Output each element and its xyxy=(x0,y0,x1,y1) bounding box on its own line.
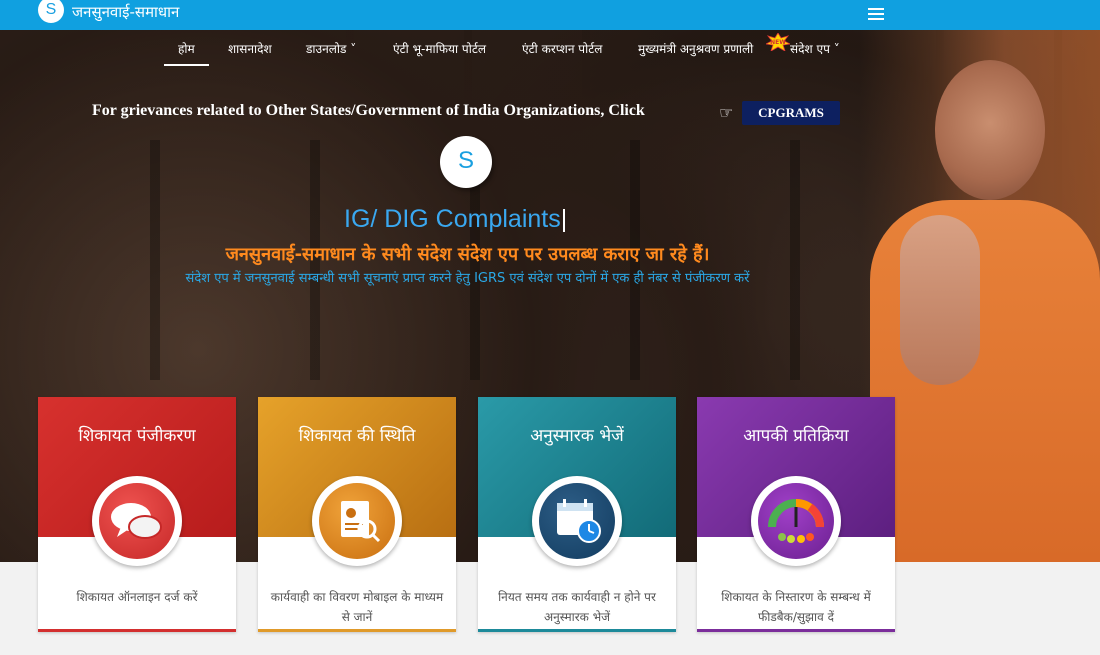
hero-portrait-image xyxy=(860,30,1100,562)
nav-download[interactable]: डाउनलोड ˅ xyxy=(306,40,356,57)
card-accent-bar xyxy=(697,629,895,632)
top-bar: S जनसुनवाई-समाधान xyxy=(0,0,1100,30)
hamburger-menu-icon[interactable] xyxy=(868,5,884,23)
card-send-reminder[interactable]: अनुस्मारक भेजें नियत समय तक कार्यवाही न … xyxy=(478,397,676,632)
card-description: कार्यवाही का विवरण मोबाइल के माध्यम से ज… xyxy=(270,590,444,624)
card-icon-ring xyxy=(92,476,182,566)
center-logo: S xyxy=(440,136,492,188)
search-document-icon xyxy=(319,483,395,559)
card-accent-bar xyxy=(38,629,236,632)
nav-anti-corruption-portal[interactable]: एंटी करप्शन पोर्टल xyxy=(522,40,602,57)
center-logo-letter: S xyxy=(457,147,474,174)
card-accent-bar xyxy=(258,629,456,632)
grievance-notice: For grievances related to Other States/G… xyxy=(92,102,645,119)
card-icon-ring xyxy=(751,476,841,566)
card-icon-ring xyxy=(312,476,402,566)
new-badge-text: NEW xyxy=(770,39,786,46)
card-title: शिकायत की स्थिति xyxy=(298,426,416,446)
nav-sandes-app[interactable]: संदेश एप ˅ xyxy=(790,40,840,57)
site-logo[interactable]: S xyxy=(38,0,64,23)
card-title: आपकी प्रतिक्रिया xyxy=(743,426,849,446)
card-title: शिकायत पंजीकरण xyxy=(78,426,196,446)
pointing-hand-icon: ☞ xyxy=(719,103,734,122)
typed-headline-text: IG/ DIG Complaints xyxy=(344,205,561,233)
card-complaint-status[interactable]: शिकायत की स्थिति कार्यवाही का विवरण मोबा… xyxy=(258,397,456,632)
cpgrams-button[interactable]: CPGRAMS xyxy=(742,101,840,125)
card-description: नियत समय तक कार्यवाही न होने पर अनुस्मार… xyxy=(498,590,656,624)
announcement-text: जनसुनवाई-समाधान के सभी संदेश संदेश एप पर… xyxy=(225,244,710,265)
chat-bubbles-icon xyxy=(99,483,175,559)
main-nav: होम शासनादेश डाउनलोड ˅ एंटी भू-माफिया पो… xyxy=(0,30,1100,68)
card-description: शिकायत के निस्तारण के सम्बन्ध में फीडबैक… xyxy=(721,590,871,624)
card-accent-bar xyxy=(478,629,676,632)
nav-home[interactable]: होम xyxy=(164,40,209,66)
card-complaint-registration[interactable]: शिकायत पंजीकरण शिकायत ऑनलाइन दर्ज करें xyxy=(38,397,236,632)
card-description: शिकायत ऑनलाइन दर्ज करें xyxy=(76,590,198,604)
typed-headline: IG/ DIG Complaints| xyxy=(344,205,567,234)
card-title: अनुस्मारक भेजें xyxy=(530,426,624,446)
card-icon-ring xyxy=(532,476,622,566)
nav-anti-land-mafia-portal[interactable]: एंटी भू-माफिया पोर्टल xyxy=(393,40,486,57)
card-feedback[interactable]: आपकी प्रतिक्रिया शिकायत के निस्तारण के स… xyxy=(697,397,895,632)
site-brand-name[interactable]: जनसुनवाई-समाधान xyxy=(72,2,179,22)
nav-government-orders[interactable]: शासनादेश xyxy=(228,40,272,57)
new-badge-icon: NEW xyxy=(766,33,790,51)
calendar-clock-icon xyxy=(539,483,615,559)
feedback-meter-icon xyxy=(758,483,834,559)
typing-cursor: | xyxy=(560,205,568,233)
nav-cm-monitoring-system[interactable]: मुख्यमंत्री अनुश्रवण प्रणाली xyxy=(638,40,753,57)
announcement-subtext: संदेश एप में जनसुनवाई सम्बन्धी सभी सूचना… xyxy=(185,271,750,286)
